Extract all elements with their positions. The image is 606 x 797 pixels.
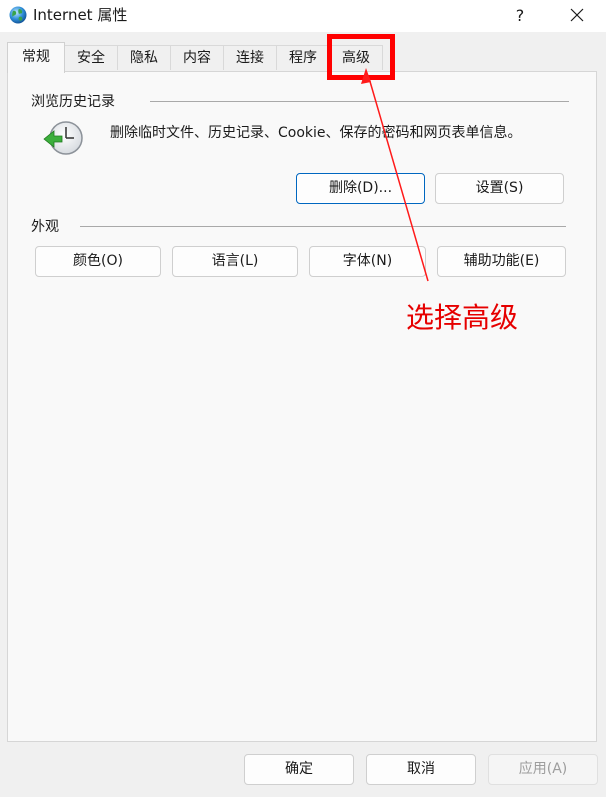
ok-button[interactable]: 确定 [244, 754, 354, 785]
apply-button[interactable]: 应用(A) [488, 754, 598, 785]
tab-security[interactable]: 安全 [64, 45, 118, 70]
close-button[interactable] [554, 0, 600, 30]
tab-strip: 常规 安全 隐私 内容 连接 程序 高级 [7, 42, 599, 73]
tab-connections[interactable]: 连接 [223, 45, 277, 70]
cancel-button[interactable]: 取消 [366, 754, 476, 785]
internet-properties-window: Internet 属性 ? 常规 安全 隐私 内容 连接 程序 高级 浏览历史记… [0, 0, 606, 797]
appearance-label: 外观 [31, 216, 65, 236]
browsing-history-description: 删除临时文件、历史记录、Cookie、保存的密码和网页表单信息。 [110, 125, 522, 141]
fonts-button[interactable]: 字体(N) [309, 246, 426, 277]
title-bar: Internet 属性 ? [0, 0, 606, 32]
accessibility-button[interactable]: 辅助功能(E) [437, 246, 566, 277]
tab-programs[interactable]: 程序 [276, 45, 330, 70]
close-icon [570, 8, 584, 22]
annotation-select-advanced: 选择高级 [406, 301, 519, 334]
history-clock-icon [43, 121, 83, 155]
tab-general[interactable]: 常规 [7, 42, 65, 73]
appearance-divider [80, 226, 566, 227]
advanced-tab-highlight-box [327, 34, 395, 80]
history-settings-button[interactable]: 设置(S) [435, 173, 564, 204]
browsing-history-label: 浏览历史记录 [31, 91, 121, 111]
window-title: Internet 属性 [33, 6, 128, 24]
tab-privacy[interactable]: 隐私 [117, 45, 171, 70]
internet-globe-icon [9, 6, 27, 24]
help-button[interactable]: ? [497, 0, 543, 30]
general-tab-panel [7, 71, 597, 742]
languages-button[interactable]: 语言(L) [172, 246, 298, 277]
delete-history-button[interactable]: 删除(D)... [296, 173, 425, 204]
browsing-history-divider [150, 101, 569, 102]
tab-content[interactable]: 内容 [170, 45, 224, 70]
colors-button[interactable]: 颜色(O) [35, 246, 161, 277]
